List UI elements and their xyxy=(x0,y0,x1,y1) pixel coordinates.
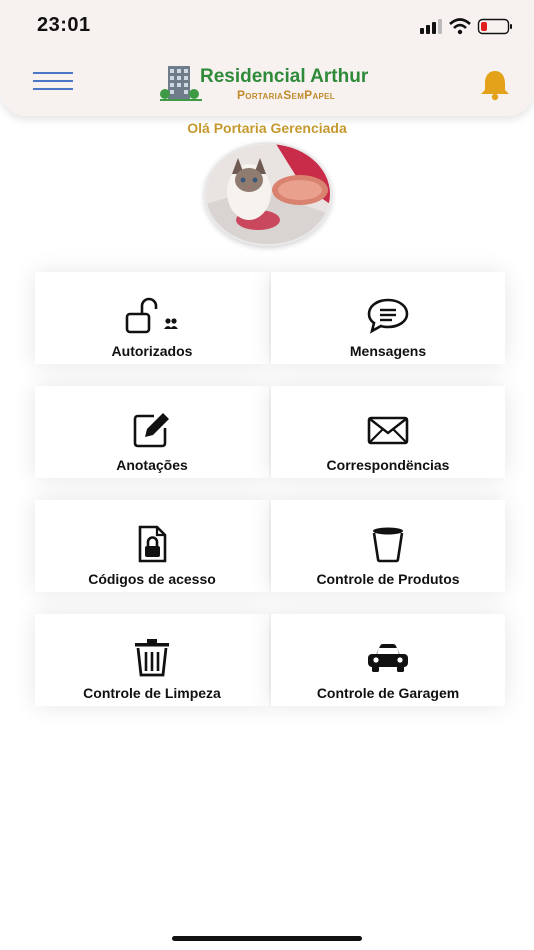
edit-icon xyxy=(133,413,169,448)
tile-label: Controle de Produtos xyxy=(316,571,460,587)
app-logo: Residencial Arthur PortariaSemPapel xyxy=(160,64,380,104)
codigos-acesso-tile[interactable]: Códigos de acesso xyxy=(35,500,269,592)
autorizados-tile[interactable]: Autorizados xyxy=(35,272,269,364)
home-indicator[interactable] xyxy=(172,936,362,941)
logo-title: Residencial Arthur xyxy=(200,66,369,87)
controle-produtos-tile[interactable]: Controle de Produtos xyxy=(271,500,505,592)
controle-limpeza-tile[interactable]: Controle de Limpeza xyxy=(35,614,269,706)
lock-file-icon xyxy=(138,525,167,563)
unlock-people-icon xyxy=(125,297,178,334)
tile-label: Mensagens xyxy=(349,343,427,359)
wifi-icon xyxy=(449,18,471,35)
tile-label: Controle de Limpeza xyxy=(83,685,221,701)
hamburger-icon[interactable] xyxy=(33,72,73,92)
tile-label: Códigos de acesso xyxy=(88,571,216,587)
bell-icon[interactable] xyxy=(478,68,512,102)
app-header: Residencial Arthur PortariaSemPapel xyxy=(0,46,534,116)
status-time: 23:01 xyxy=(37,14,91,36)
greeting-text: Olá Portaria Gerenciada xyxy=(187,120,347,136)
anotacoes-tile[interactable]: Anotações xyxy=(35,386,269,478)
trash-icon xyxy=(135,639,169,677)
signal-icon xyxy=(420,19,442,34)
building-icon xyxy=(160,66,202,101)
mensagens-tile[interactable]: Mensagens xyxy=(271,272,505,364)
tile-label: Correspondëncias xyxy=(326,457,450,473)
envelope-icon xyxy=(367,416,409,445)
tile-label: Anotações xyxy=(116,457,188,473)
status-icons xyxy=(420,16,514,36)
logo-subtitle: PortariaSemPapel xyxy=(237,88,335,102)
avatar[interactable] xyxy=(204,142,332,246)
tile-label: Controle de Garagem xyxy=(316,685,460,701)
controle-garagem-tile[interactable]: Controle de Garagem xyxy=(271,614,505,706)
status-bar: 23:01 xyxy=(0,0,534,52)
chat-icon xyxy=(367,298,409,334)
tile-label: Autorizados xyxy=(111,343,193,359)
battery-icon xyxy=(477,18,512,35)
cup-icon xyxy=(372,527,404,563)
correspondencias-tile[interactable]: Correspondëncias xyxy=(271,386,505,478)
car-icon xyxy=(368,644,408,672)
